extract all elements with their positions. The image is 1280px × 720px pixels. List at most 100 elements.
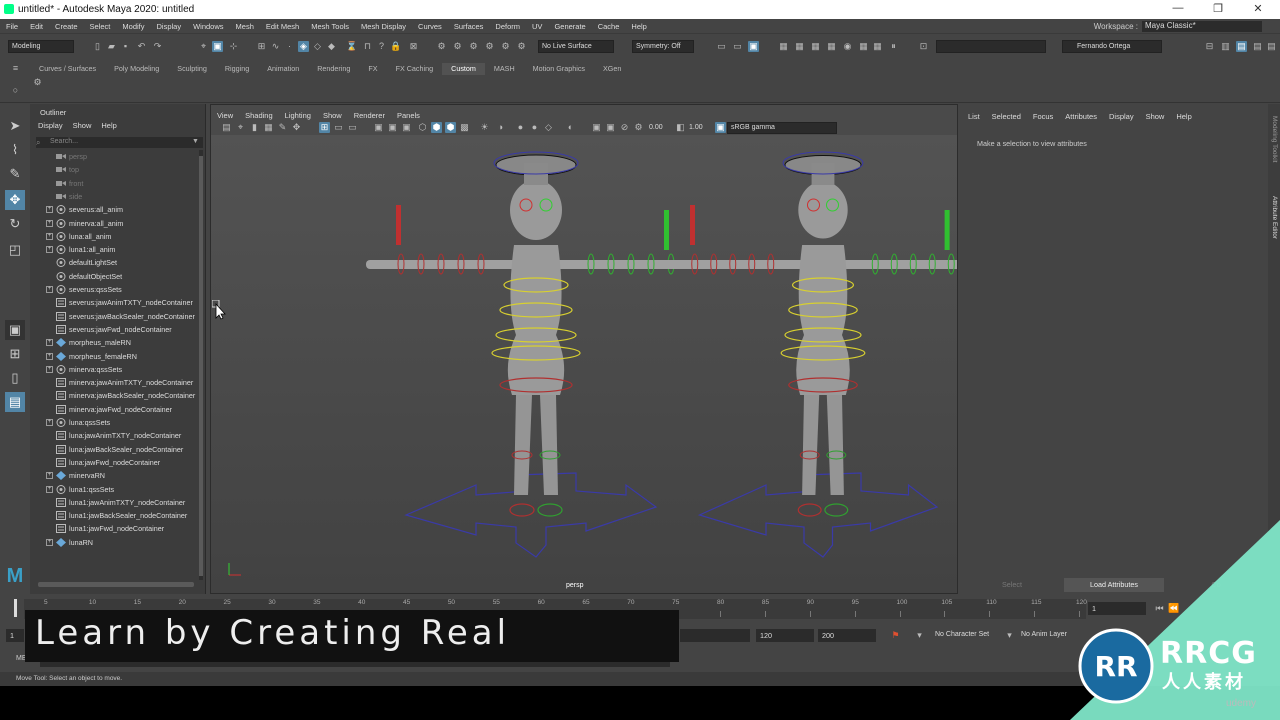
shelf-tab-fx-caching[interactable]: FX Caching [387, 63, 443, 75]
aa-icon[interactable]: ◇ [543, 122, 554, 133]
lock-icon[interactable]: ⊓ [362, 41, 373, 52]
construction-icon[interactable]: ▣ [748, 41, 759, 52]
outliner-item[interactable]: + morpheus_maleRN [36, 336, 200, 349]
outliner-search-input[interactable]: Search... [36, 137, 203, 148]
modeling-toolkit-tab[interactable]: Modeling Toolkit [1271, 116, 1278, 163]
outliner-hscroll[interactable] [38, 582, 194, 587]
outliner-item[interactable]: luna1:jawFwd_nodeContainer [36, 522, 200, 535]
highlight-icon[interactable]: ⊠ [408, 41, 419, 52]
attr-menu-list[interactable]: List [968, 112, 980, 121]
gamma-value[interactable]: 1.00 [689, 124, 703, 131]
expand-icon[interactable]: + [46, 485, 53, 493]
custom-shelf-tool-icon[interactable]: ⚙ [32, 77, 43, 88]
attr-menu-help[interactable]: Help [1176, 112, 1191, 121]
shelf-tab-fx[interactable]: FX [359, 63, 386, 75]
outliner-item[interactable]: defaultLightSet [36, 256, 200, 269]
gamma-icon[interactable]: ◧ [675, 122, 686, 133]
anim-layer-dropdown[interactable]: No Anim Layer [1021, 631, 1067, 638]
ssao-icon[interactable]: ● [515, 122, 526, 133]
snap-curve-icon[interactable]: ∿ [270, 41, 281, 52]
outliner-item[interactable]: severus:jawBackSealer_nodeContainer [36, 310, 200, 323]
lasso-tool-icon[interactable]: ⌇ [5, 140, 25, 160]
light-editor-icon[interactable]: ⚙ [516, 41, 527, 52]
search-dropdown-icon[interactable]: ▼ [192, 138, 199, 145]
layout-icon-4[interactable]: ▦ [826, 41, 837, 52]
outliner-item[interactable]: severus:jawFwd_nodeContainer [36, 323, 200, 336]
attr-editor-toggle-icon[interactable]: ▤ [1236, 41, 1247, 52]
camera-select-icon[interactable]: ▤ [221, 122, 232, 133]
layout-icon-1[interactable]: ▦ [778, 41, 789, 52]
outliner-item[interactable]: luna1:jawBackSealer_nodeContainer [36, 509, 200, 522]
menu-item-cache[interactable]: Cache [592, 22, 626, 31]
outliner-item[interactable]: + severus:all_anim [36, 203, 200, 216]
menu-item-help[interactable]: Help [625, 22, 652, 31]
four-pane-icon[interactable]: ⊞ [5, 344, 25, 364]
menu-item-curves[interactable]: Curves [412, 22, 448, 31]
bookmark-icon[interactable]: ▮ [249, 122, 260, 133]
safe-title-icon[interactable]: ▣ [387, 122, 398, 133]
expand-icon[interactable]: + [46, 286, 53, 293]
outliner-vscroll-thumb[interactable] [199, 156, 203, 576]
wireframe-on-shaded-icon[interactable]: ⬢ [445, 122, 456, 133]
snap-view-icon[interactable]: ◈ [298, 41, 309, 52]
outliner-item[interactable]: luna:jawAnimTXTY_nodeContainer [36, 429, 200, 442]
safe-action-icon[interactable]: ▣ [373, 122, 384, 133]
minimize-icon[interactable]: — [1168, 2, 1188, 14]
outliner-item[interactable]: + severus:qssSets [36, 283, 200, 296]
shelf-settings-icon[interactable]: ○ [10, 85, 21, 96]
smooth-shade-icon[interactable]: ⬢ [431, 122, 442, 133]
render-settings-icon[interactable]: ⚙ [484, 41, 495, 52]
expand-icon[interactable]: + [46, 419, 53, 426]
attribute-editor-tab[interactable]: Attribute Editor [1271, 196, 1278, 239]
ipr-icon[interactable]: ⚙ [468, 41, 479, 52]
outliner-item[interactable]: side [36, 190, 200, 203]
range-start-field[interactable]: 1 [6, 629, 24, 642]
shelf-tab-custom[interactable]: Custom [442, 63, 485, 75]
snap-live-icon[interactable]: ◆ [326, 41, 337, 52]
menu-item-modify[interactable]: Modify [116, 22, 150, 31]
layout-icon-2[interactable]: ▦ [794, 41, 805, 52]
render-seq-icon[interactable]: ⚙ [452, 41, 463, 52]
menu-item-mesh-tools[interactable]: Mesh Tools [305, 22, 355, 31]
menu-item-edit-mesh[interactable]: Edit Mesh [260, 22, 305, 31]
menu-item-create[interactable]: Create [49, 22, 84, 31]
attr-menu-display[interactable]: Display [1109, 112, 1134, 121]
expand-icon[interactable]: + [46, 352, 53, 360]
viewport-menu-panels[interactable]: Panels [397, 111, 420, 120]
viewport-menu-view[interactable]: View [217, 111, 233, 120]
sculpt-icon[interactable]: ▭ [716, 41, 727, 52]
panel-toggle-icon[interactable]: ▥ [1220, 41, 1231, 52]
tool-settings-toggle-icon[interactable]: ▤ [1266, 41, 1277, 52]
new-scene-icon[interactable]: ▯ [92, 41, 103, 52]
outliner-item[interactable]: + lunaRN [36, 536, 200, 549]
camera-attr-icon[interactable]: ⌖ [235, 122, 246, 133]
lights-icon[interactable]: ☀ [479, 122, 490, 133]
anim-end-field[interactable]: 200 [818, 629, 876, 642]
char-set-arrow-icon[interactable]: ▾ [1004, 630, 1015, 641]
outliner-item[interactable]: defaultObjectSet [36, 270, 200, 283]
shelf-tab-curves-surfaces[interactable]: Curves / Surfaces [30, 63, 105, 75]
character-set-dropdown[interactable]: No Character Set [935, 631, 989, 638]
save-scene-icon[interactable]: ▪ [120, 41, 131, 52]
scale-tool-icon[interactable]: ◰ [5, 240, 25, 260]
isolate-icon[interactable]: ◐ [565, 122, 576, 133]
shelf-tab-rendering[interactable]: Rendering [308, 63, 359, 75]
maximize-icon[interactable]: ❐ [1208, 2, 1228, 15]
outliner-item[interactable]: + luna1:qssSets [36, 483, 200, 496]
prefs-icon[interactable]: ▾ [914, 630, 925, 641]
outliner-item[interactable]: + luna:all_anim [36, 230, 200, 243]
backface-icon[interactable]: ⊘ [619, 122, 630, 133]
two-pane-icon[interactable]: ▯ [5, 368, 25, 388]
shelf-tab-animation[interactable]: Animation [258, 63, 308, 75]
layout-icon-3[interactable]: ▦ [810, 41, 821, 52]
shelf-tab-poly-modeling[interactable]: Poly Modeling [105, 63, 168, 75]
outliner-item[interactable]: severus:jawAnimTXTY_nodeContainer [36, 296, 200, 309]
outliner-item[interactable]: minerva:jawAnimTXTY_nodeContainer [36, 376, 200, 389]
redo-icon[interactable]: ↷ [152, 41, 163, 52]
2d-pan-icon[interactable]: ✥ [291, 122, 302, 133]
grid-icon[interactable]: ⊞ [319, 122, 330, 133]
undo-icon[interactable]: ↶ [136, 41, 147, 52]
select-objects-icon[interactable]: ▣ [212, 41, 223, 52]
motion-blur-icon[interactable]: ● [529, 122, 540, 133]
close-icon[interactable]: ✕ [1248, 2, 1268, 15]
